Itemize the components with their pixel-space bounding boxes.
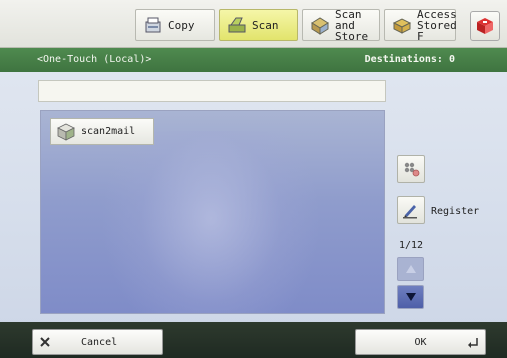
function-tab-bar: Copy Scan Scan and Store Access Stored F <box>0 0 507 48</box>
enter-arrow-icon <box>468 338 478 348</box>
ok-label: OK <box>414 336 427 348</box>
screen: Copy Scan Scan and Store Access Stored F… <box>0 0 507 358</box>
tab-access-stored-files-line-2: Stored F <box>417 18 457 43</box>
main-menu-button[interactable] <box>470 11 500 41</box>
tab-scan[interactable]: Scan <box>219 9 298 41</box>
main-menu-icon <box>477 18 493 34</box>
screen-title: <One-Touch (Local)> <box>37 54 152 65</box>
tab-access-stored-files-label: Access Stored F <box>417 9 457 42</box>
triangle-down-icon <box>405 293 416 301</box>
tab-scan-and-store-line-2: Store <box>335 29 369 43</box>
copy-icon <box>145 17 161 33</box>
register-label: Register <box>431 206 480 217</box>
page-indicator: 1/12 <box>399 240 424 251</box>
triangle-up-icon <box>405 265 416 273</box>
tab-scan-and-store-label: Scan and Store <box>335 9 379 42</box>
destinations-count: 0 <box>448 54 455 65</box>
tab-scan-label: Scan <box>252 18 279 32</box>
ok-button[interactable]: OK <box>355 329 486 355</box>
pencil-icon <box>403 205 417 219</box>
tab-copy[interactable]: Copy <box>135 9 215 41</box>
cancel-label: Cancel <box>81 336 118 348</box>
tab-copy-label: Copy <box>168 18 195 32</box>
destination-icon <box>57 123 75 141</box>
scan-and-store-icon <box>311 17 329 35</box>
address-book-icon <box>404 162 420 177</box>
list-background <box>101 131 321 313</box>
list-item-label: scan2mail <box>81 126 136 137</box>
tab-scan-and-store[interactable]: Scan and Store <box>302 9 380 42</box>
address-book-button[interactable] <box>397 155 425 183</box>
destination-list: scan2mail <box>40 110 385 314</box>
tab-scan-and-store-line-1: Scan and <box>335 7 362 32</box>
scroll-up-button[interactable] <box>397 257 424 281</box>
tab-access-stored-files[interactable]: Access Stored F <box>384 9 457 42</box>
close-icon <box>40 337 50 347</box>
access-stored-files-icon <box>392 18 412 34</box>
scan-icon <box>228 17 246 33</box>
register-button[interactable] <box>397 196 425 224</box>
destinations-status: Destinations: 0 <box>365 54 455 65</box>
destinations-label: Destinations: <box>364 54 443 65</box>
scroll-down-button[interactable] <box>397 285 424 309</box>
cancel-button[interactable]: Cancel <box>32 329 163 355</box>
destination-address-field <box>38 80 386 102</box>
screen-header: <One-Touch (Local)> Destinations: 0 <box>0 48 507 72</box>
list-item-scan2mail[interactable]: scan2mail <box>50 118 154 145</box>
